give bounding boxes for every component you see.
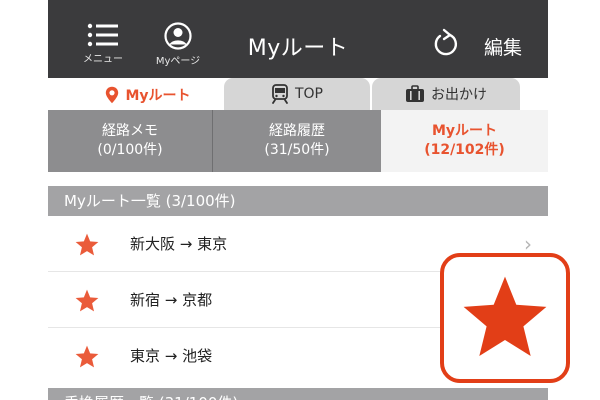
transfer-history-header: 乗換履歴一覧 (31/100件) xyxy=(48,388,548,400)
tab-myroute-label: Myルート xyxy=(125,87,191,104)
route-label: 新宿 → 京都 xyxy=(130,291,213,309)
tab-odekake[interactable]: お出かけ xyxy=(372,78,520,110)
menu-button[interactable]: メニュー xyxy=(78,22,128,65)
reload-button[interactable] xyxy=(432,28,460,60)
tab-odekake-label: お出かけ xyxy=(431,87,487,103)
page-title: Myルート xyxy=(247,36,349,61)
menu-label: メニュー xyxy=(83,54,123,65)
mypage-button[interactable]: Myページ xyxy=(148,22,208,67)
segment-route-memo-count: (0/100件) xyxy=(97,142,163,158)
large-star-icon xyxy=(463,276,547,356)
tab-myroute[interactable]: Myルート xyxy=(74,78,222,111)
segment-route-memo-title: 経路メモ xyxy=(102,123,158,139)
train-icon xyxy=(271,84,289,104)
star-icon xyxy=(75,289,99,312)
star-icon xyxy=(75,345,99,368)
location-pin-icon xyxy=(105,86,119,104)
segment-myroute-count: (12/102件) xyxy=(424,142,505,158)
mypage-label: Myページ xyxy=(155,56,201,67)
segment-myroute[interactable]: Myルート (12/102件) xyxy=(381,110,548,172)
tab-top[interactable]: TOP xyxy=(224,78,370,110)
edit-button[interactable]: 編集 xyxy=(484,33,522,60)
tab-top-label: TOP xyxy=(294,86,323,102)
favorite-star-button[interactable] xyxy=(440,253,570,383)
briefcase-icon xyxy=(405,85,425,103)
user-icon xyxy=(164,22,192,50)
segment-myroute-title: Myルート xyxy=(431,123,498,139)
segment-route-history[interactable]: 経路履歴 (31/50件) xyxy=(213,110,381,172)
route-label: 東京 → 池袋 xyxy=(130,347,213,365)
star-icon xyxy=(75,233,99,256)
route-label: 新大阪 → 東京 xyxy=(130,235,228,253)
segment-route-history-title: 経路履歴 xyxy=(269,123,325,139)
segment-route-history-count: (31/50件) xyxy=(264,142,330,158)
segment-route-memo[interactable]: 経路メモ (0/100件) xyxy=(48,110,213,172)
app-header: メニュー Myページ Myルート 編集 xyxy=(48,0,548,78)
reload-icon xyxy=(434,28,458,56)
menu-icon xyxy=(87,23,118,47)
myroute-list-header: Myルート一覧 (3/100件) xyxy=(48,186,548,216)
